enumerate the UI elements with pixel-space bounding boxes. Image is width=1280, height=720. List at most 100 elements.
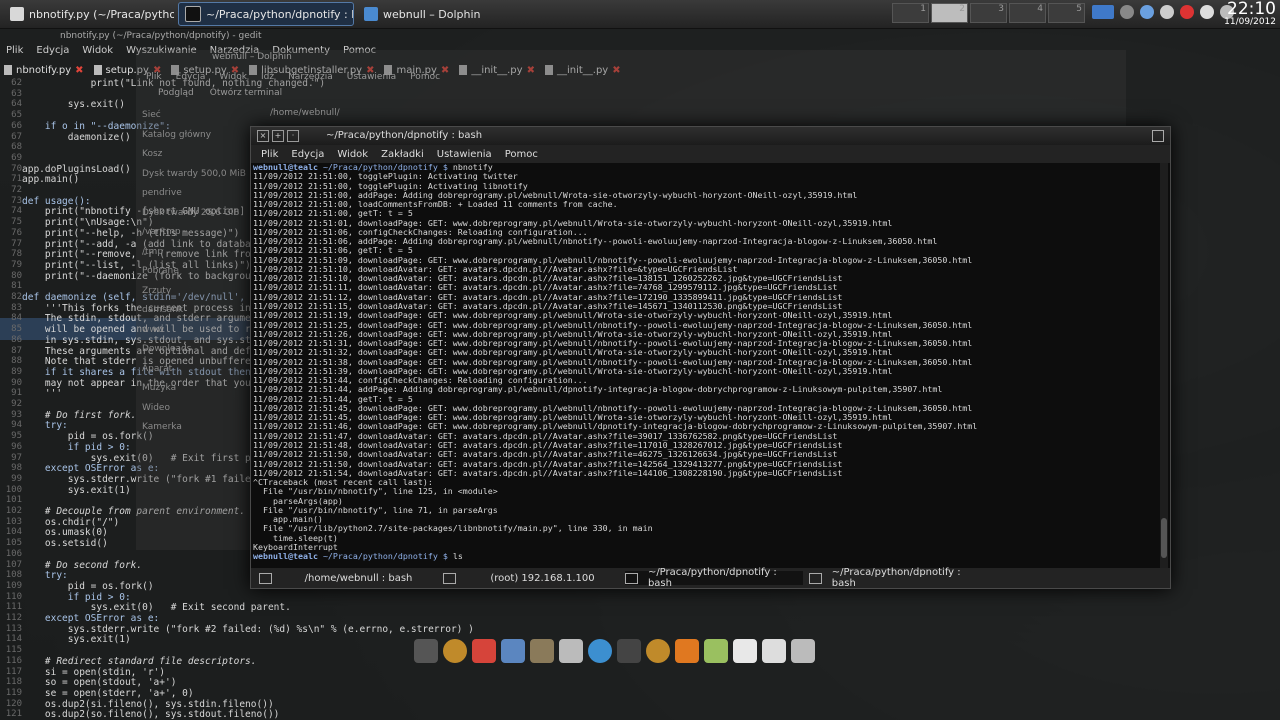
place-item[interactable]: Sieć bbox=[142, 110, 262, 130]
terminal-menu-item[interactable]: Zakładki bbox=[381, 149, 424, 160]
gedit-tab[interactable]: nbnotify.py ✖ bbox=[4, 65, 84, 76]
place-item[interactable]: /var/tmp bbox=[142, 227, 262, 247]
code-line: se = open(stderr, 'a+', 0) bbox=[22, 687, 194, 699]
text-editor-icon[interactable] bbox=[559, 639, 583, 663]
pager-desktop-4[interactable]: 4 bbox=[1009, 3, 1046, 23]
place-item[interactable]: Kosz bbox=[142, 149, 262, 169]
terminal-tabbar: /home/webnull : bash (root) 192.168.1.100… bbox=[251, 567, 1170, 589]
file-manager-icon[interactable] bbox=[501, 639, 525, 663]
gedit-icon bbox=[10, 7, 24, 21]
place-item[interactable]: damsank bbox=[142, 305, 262, 325]
pin-icon[interactable]: · bbox=[287, 130, 299, 142]
code-line: try: bbox=[22, 570, 68, 582]
monitor-icon[interactable] bbox=[617, 639, 641, 663]
dolphin-path[interactable]: /home/webnull/ bbox=[270, 108, 340, 118]
clock[interactable]: 22:10 11/09/2012 bbox=[1224, 0, 1276, 27]
vlc-cone-icon[interactable] bbox=[675, 639, 699, 663]
dolphin-menu-item[interactable]: Plik bbox=[146, 72, 162, 82]
place-item[interactable]: Downloads bbox=[142, 344, 262, 364]
terminal-menu-item[interactable]: Edycja bbox=[291, 149, 324, 160]
folder-icon[interactable] bbox=[1092, 5, 1114, 19]
calculator-icon[interactable] bbox=[791, 639, 815, 663]
line-number: 100 bbox=[5, 484, 22, 495]
terminal-menu-item[interactable]: Ustawienia bbox=[437, 149, 492, 160]
volume-icon[interactable] bbox=[1200, 5, 1214, 19]
terminal-output[interactable]: webnull@tealc ~/Praca/python/dpnotify $ … bbox=[253, 163, 1155, 568]
terminal-title: ~/Praca/python/dpnotify : bash bbox=[326, 130, 483, 141]
pager-desktop-1[interactable]: 1 bbox=[892, 3, 929, 23]
media-player-icon[interactable] bbox=[646, 639, 670, 663]
code-line: os.dup2(si.fileno(), sys.stdin.fileno()) bbox=[22, 698, 274, 710]
bluetooth-icon[interactable] bbox=[1140, 5, 1154, 19]
place-item[interactable]: Kamerka bbox=[142, 422, 262, 442]
output-line: time.sleep(t) bbox=[253, 533, 338, 543]
output-line: 11/09/2012 21:51:00, addPage: Adding dob… bbox=[253, 190, 858, 200]
tools-icon[interactable] bbox=[530, 639, 554, 663]
pager-desktop-3[interactable]: 3 bbox=[970, 3, 1007, 23]
close-icon[interactable]: × bbox=[257, 130, 269, 142]
plus-icon[interactable]: + bbox=[272, 130, 284, 142]
info-icon[interactable] bbox=[1120, 5, 1134, 19]
close-icon[interactable]: ✖ bbox=[75, 65, 83, 76]
place-item[interactable]: Dysk twardy 25,6 GiB bbox=[142, 208, 262, 228]
terminal-tab[interactable]: /home/webnull : bash bbox=[259, 571, 435, 585]
place-item[interactable]: Wideo bbox=[142, 403, 262, 423]
place-item[interactable]: www bbox=[142, 325, 262, 345]
dolphin-menu-item[interactable]: Narzędzia bbox=[288, 72, 333, 82]
terminal-tab[interactable]: ~/Praca/python/dpnotify : bash bbox=[809, 567, 985, 589]
place-item[interactable]: /tmp bbox=[142, 247, 262, 267]
task-terminal[interactable]: ~/Praca/python/dpnotify : bash bbox=[178, 2, 354, 26]
dolphin-menu-item[interactable]: Ustawienia bbox=[347, 72, 396, 82]
vlc-icon[interactable] bbox=[443, 639, 467, 663]
maximize-icon[interactable] bbox=[1152, 130, 1164, 142]
place-item[interactable]: Zrzuty bbox=[142, 286, 262, 306]
document-icon[interactable] bbox=[733, 639, 757, 663]
line-number: 88 bbox=[11, 356, 22, 367]
gedit-menu-item[interactable]: Edycja bbox=[36, 45, 69, 61]
place-item[interactable]: Pobrane bbox=[142, 266, 262, 286]
terminal-menu-item[interactable]: Pomoc bbox=[505, 149, 538, 160]
line-number: 95 bbox=[11, 431, 22, 442]
line-number: 93 bbox=[11, 409, 22, 420]
place-item[interactable]: Dysk twardy 500,0 MiB bbox=[142, 169, 262, 189]
place-item[interactable]: Katalog główny bbox=[142, 130, 262, 150]
output-line: 11/09/2012 21:51:01, downloadPage: GET: … bbox=[253, 218, 893, 228]
output-line: 11/09/2012 21:51:48, downloadAvatar: GET… bbox=[253, 440, 843, 450]
scrollbar-thumb[interactable] bbox=[1161, 518, 1167, 558]
dolphin-title: webnull – Dolphin bbox=[212, 52, 292, 62]
pager-desktop-5[interactable]: 5 bbox=[1048, 3, 1085, 23]
chat-icon[interactable] bbox=[1160, 5, 1174, 19]
chromium-icon[interactable] bbox=[588, 639, 612, 663]
output-line: 11/09/2012 21:51:44, configCheckChanges:… bbox=[253, 376, 588, 386]
output-line: 11/09/2012 21:51:10, downloadAvatar: GET… bbox=[253, 274, 843, 284]
pen-icon[interactable] bbox=[704, 639, 728, 663]
preview-button[interactable]: Podgląd bbox=[158, 88, 194, 98]
filezilla-icon[interactable] bbox=[472, 639, 496, 663]
dolphin-menu-item[interactable]: Widok bbox=[219, 72, 247, 82]
terminal-menu-item[interactable]: Widok bbox=[337, 149, 368, 160]
place-item[interactable]: pendrive bbox=[142, 188, 262, 208]
line-number: 114 bbox=[5, 634, 22, 645]
dolphin-menu-item[interactable]: Edycja bbox=[176, 72, 206, 82]
code-line: except OSError as e: bbox=[22, 613, 160, 624]
pager-desktop-2[interactable]: 2 bbox=[931, 3, 968, 23]
gedit-tab-label: nbnotify.py bbox=[16, 64, 72, 76]
terminal-icon[interactable] bbox=[414, 639, 438, 663]
terminal-scrollbar[interactable] bbox=[1160, 163, 1168, 568]
place-item[interactable]: Aparat bbox=[142, 364, 262, 384]
terminal-tab[interactable]: ~/Praca/python/dpnotify : bash bbox=[625, 567, 803, 589]
terminal-tab[interactable]: (root) 192.168.1.100 bbox=[443, 571, 619, 585]
dolphin-menu-item[interactable]: Idź bbox=[261, 72, 274, 82]
screenshot-icon[interactable] bbox=[762, 639, 786, 663]
terminal-menu-item[interactable]: Plik bbox=[261, 149, 278, 160]
place-item[interactable]: Muzyka bbox=[142, 383, 262, 403]
open-terminal-button[interactable]: Otwórz terminal bbox=[210, 88, 282, 98]
stop-icon[interactable] bbox=[1180, 5, 1194, 19]
gedit-menu-item[interactable]: Widok bbox=[82, 45, 113, 61]
line-number: 107 bbox=[5, 559, 22, 570]
task-dolphin[interactable]: webnull – Dolphin bbox=[358, 2, 528, 26]
dolphin-menu-item[interactable]: Pomoc bbox=[410, 72, 440, 82]
line-number: 96 bbox=[11, 441, 22, 452]
gedit-menu-item[interactable]: Plik bbox=[6, 45, 23, 61]
task-gedit[interactable]: nbnotify.py (~/Praca/python/dpnotify) - … bbox=[4, 2, 174, 26]
